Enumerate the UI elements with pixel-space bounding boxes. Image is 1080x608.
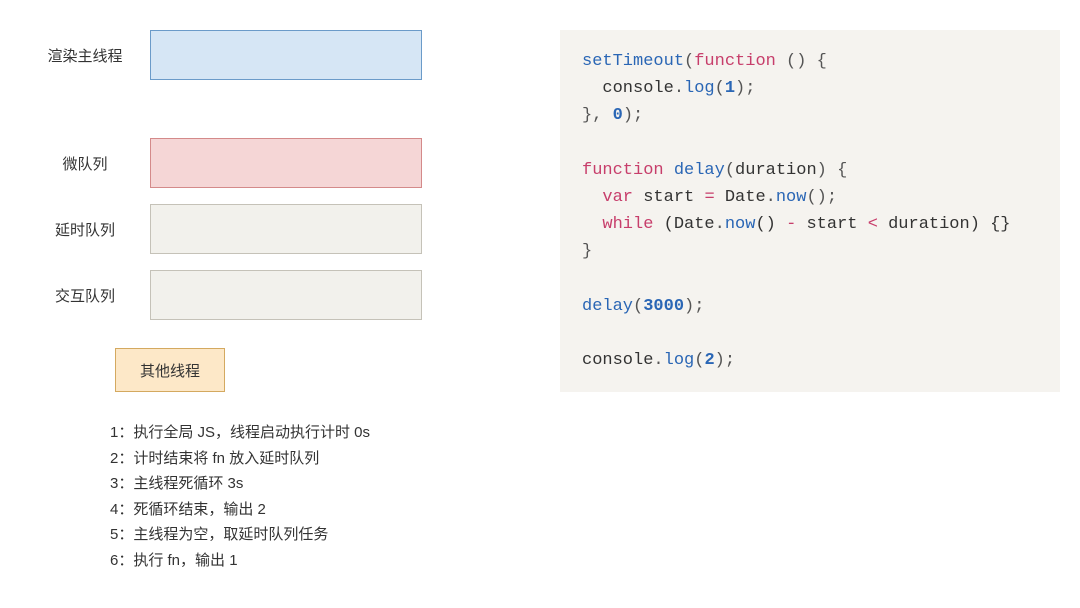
step-2: 2：计时结束将 fn 放入延时队列 xyxy=(110,446,460,472)
step-3: 3：主线程死循环 3s xyxy=(110,471,460,497)
step-5: 5：主线程为空，取延时队列任务 xyxy=(110,522,460,548)
thread-diagram: 渲染主线程 微队列 延时队列 交互队列 其他线程 1：执行全局 JS，线程启动执… xyxy=(20,30,460,578)
interaction-queue-label: 交互队列 xyxy=(20,285,150,306)
microtask-queue xyxy=(150,138,422,188)
main-thread-label: 渲染主线程 xyxy=(20,45,150,66)
other-threads-box: 其他线程 xyxy=(115,348,225,392)
main-thread-row: 渲染主线程 xyxy=(20,30,460,80)
code-block: setTimeout(function () { console.log(1);… xyxy=(560,30,1060,392)
other-threads-label: 其他线程 xyxy=(140,360,200,381)
delay-queue xyxy=(150,204,422,254)
microtask-row: 微队列 xyxy=(20,138,460,188)
execution-steps: 1：执行全局 JS，线程启动执行计时 0s 2：计时结束将 fn 放入延时队列 … xyxy=(110,420,460,573)
interaction-queue-row: 交互队列 xyxy=(20,270,460,320)
step-4: 4：死循环结束，输出 2 xyxy=(110,497,460,523)
delay-queue-row: 延时队列 xyxy=(20,204,460,254)
microtask-label: 微队列 xyxy=(20,153,150,174)
delay-queue-label: 延时队列 xyxy=(20,219,150,240)
interaction-queue xyxy=(150,270,422,320)
step-6: 6：执行 fn，输出 1 xyxy=(110,548,460,574)
step-1: 1：执行全局 JS，线程启动执行计时 0s xyxy=(110,420,460,446)
main-thread-queue xyxy=(150,30,422,80)
